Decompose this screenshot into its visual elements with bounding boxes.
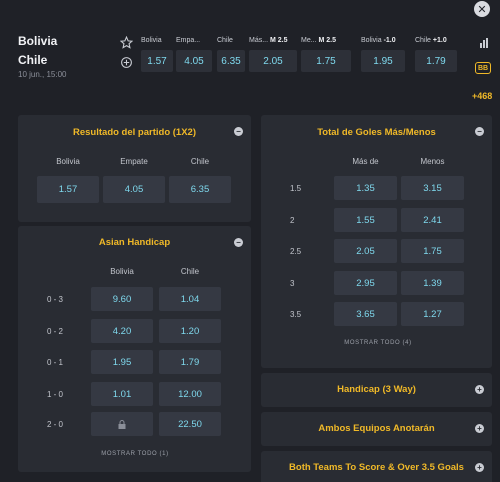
totals-panel-title: Total de Goles Más/Menos xyxy=(317,127,436,138)
home-team-name: Bolivia xyxy=(18,34,58,48)
header-odd-button[interactable]: 1.57 xyxy=(141,50,173,72)
header-odd-button[interactable]: 2.05 xyxy=(249,50,297,72)
row-label: 2.5 xyxy=(290,247,302,256)
header-market-line: M 2.5 xyxy=(318,37,337,44)
odd-button[interactable]: 1.01 xyxy=(91,382,153,406)
row-label: 2 - 0 xyxy=(47,420,64,429)
collapse-totals-icon[interactable]: − xyxy=(475,127,484,136)
odd-button[interactable]: 1.55 xyxy=(334,208,397,232)
row-label: 2 xyxy=(290,216,295,225)
close-icon[interactable]: ✕ xyxy=(474,1,490,17)
show-all-totals-link[interactable]: MOSTRAR TODO (4) xyxy=(333,340,423,346)
stats-icon[interactable] xyxy=(119,55,133,69)
odd-button[interactable]: 4.05 xyxy=(103,176,165,203)
bet-builder-badge[interactable]: BB xyxy=(475,62,491,74)
header-market-label: Bolivia xyxy=(141,37,162,44)
header-market-label: Me... M 2.5 xyxy=(301,37,336,44)
collapse-result-icon[interactable]: − xyxy=(234,127,243,136)
btts-over-panel[interactable]: Both Teams To Score & Over 3.5 Goals + xyxy=(261,451,492,482)
header-market-line: -1.0 xyxy=(383,37,396,44)
match-date: 10 jun., 15:00 xyxy=(18,70,67,79)
odd-button[interactable]: 1.75 xyxy=(401,239,464,263)
header-market-name: Empa... xyxy=(176,37,201,44)
odd-button[interactable]: 12.00 xyxy=(159,382,221,406)
bar-chart-icon[interactable] xyxy=(480,35,488,48)
odd-button[interactable]: 22.50 xyxy=(159,412,221,436)
asian-handicap-panel: Asian Handicap − Bolivia Chile 0 - 3 9.60… xyxy=(18,226,251,472)
odd-button[interactable]: 1.57 xyxy=(37,176,99,203)
header-market-label: Bolivia -1.0 xyxy=(361,37,396,44)
header-odd-button[interactable]: 1.95 xyxy=(361,50,405,72)
header-market-name: Chile xyxy=(217,37,233,44)
asian-col-away: Chile xyxy=(180,267,200,276)
header-market-line: +1.0 xyxy=(432,37,447,44)
odd-button[interactable]: 3.15 xyxy=(401,176,464,200)
row-label: 1 - 0 xyxy=(47,390,64,399)
odd-button[interactable]: 2.05 xyxy=(334,239,397,263)
totals-col-under: Menos xyxy=(420,157,445,166)
odd-button[interactable]: 1.79 xyxy=(159,350,221,374)
expand-btts-icon[interactable]: + xyxy=(475,424,484,433)
header-market-name: Bolivia xyxy=(141,37,162,44)
asian-col-home: Bolivia xyxy=(110,267,134,276)
lock-icon xyxy=(118,419,126,429)
result-col-away: Chile xyxy=(190,157,210,166)
row-label: 1.5 xyxy=(290,184,302,193)
header-market-line: M 2.5 xyxy=(270,37,288,44)
odd-button[interactable]: 4.20 xyxy=(91,319,153,343)
odd-button[interactable]: 2.95 xyxy=(334,271,397,295)
row-label: 0 - 3 xyxy=(47,295,64,304)
expand-btts-over-icon[interactable]: + xyxy=(475,463,484,472)
asian-panel-title: Asian Handicap xyxy=(98,237,171,248)
header-market-label: Chile +1.0 xyxy=(415,37,447,44)
show-all-asian-link[interactable]: MOSTRAR TODO (1) xyxy=(90,451,180,457)
header-market-label: Empa... xyxy=(176,37,200,44)
odd-button[interactable]: 1.95 xyxy=(91,350,153,374)
header-odd-button[interactable]: 1.75 xyxy=(301,50,351,72)
odd-button[interactable]: 3.65 xyxy=(334,302,397,326)
handicap-3way-title: Handicap (3 Way) xyxy=(337,384,416,395)
collapse-asian-icon[interactable]: − xyxy=(234,238,243,247)
result-col-draw: Empate xyxy=(120,157,148,166)
header-market-name: Bolivia xyxy=(361,37,382,44)
odd-button[interactable]: 6.35 xyxy=(169,176,231,203)
odd-button[interactable]: 1.20 xyxy=(159,319,221,343)
odd-button[interactable]: 1.35 xyxy=(334,176,397,200)
favorite-star-icon[interactable] xyxy=(119,35,133,49)
result-col-home: Bolivia xyxy=(56,157,80,166)
header-odd-button[interactable]: 1.79 xyxy=(415,50,457,72)
away-team-name: Chile xyxy=(18,53,48,67)
row-label: 3.5 xyxy=(290,310,302,319)
odd-button[interactable]: 2.41 xyxy=(401,208,464,232)
row-label: 0 - 2 xyxy=(47,327,64,336)
odd-button[interactable]: 1.39 xyxy=(401,271,464,295)
header-market-label: Chile xyxy=(217,37,233,44)
result-panel-title: Resultado del partido (1X2) xyxy=(73,127,196,138)
result-panel: Resultado del partido (1X2) − Bolivia Em… xyxy=(18,115,251,222)
btts-over-title: Both Teams To Score & Over 3.5 Goals xyxy=(289,462,464,473)
header-market-name: Más... xyxy=(249,37,269,44)
header-odd-button[interactable]: 4.05 xyxy=(176,50,212,72)
odd-button[interactable]: 1.04 xyxy=(159,287,221,311)
header-market-name: Chile xyxy=(415,37,431,44)
btts-panel[interactable]: Ambos Equipos Anotarán + xyxy=(261,412,492,446)
header-market-name: Me... xyxy=(301,37,317,44)
header-market-label: Más... M 2.5 xyxy=(249,37,288,44)
locked-odd xyxy=(91,412,153,436)
totals-col-over: Más de xyxy=(352,157,379,166)
handicap-3way-panel[interactable]: Handicap (3 Way) + xyxy=(261,373,492,407)
row-label: 3 xyxy=(290,279,295,288)
odd-button[interactable]: 1.27 xyxy=(401,302,464,326)
header-odd-button[interactable]: 6.35 xyxy=(217,50,245,72)
btts-title: Ambos Equipos Anotarán xyxy=(318,423,435,434)
totals-panel: Total de Goles Más/Menos − Más de Menos … xyxy=(261,115,492,368)
odd-button[interactable]: 9.60 xyxy=(91,287,153,311)
more-markets-count[interactable]: +468 xyxy=(472,91,492,101)
expand-handicap-icon[interactable]: + xyxy=(475,385,484,394)
row-label: 0 - 1 xyxy=(47,358,64,367)
